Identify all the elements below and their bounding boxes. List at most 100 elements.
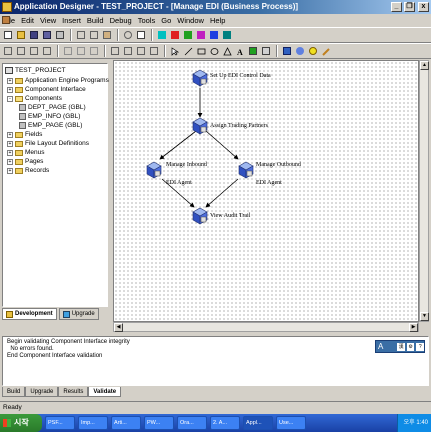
bring-front-icon[interactable] [135,45,147,57]
step-icon[interactable] [192,207,208,225]
expand-toggle[interactable]: + [7,149,13,156]
user-icon[interactable] [294,45,306,57]
ime-mode[interactable]: A [378,341,383,352]
menu-go[interactable]: Go [158,14,174,27]
tab-results[interactable]: Results [58,387,89,397]
canvas-horizontal-scrollbar[interactable]: ◀ ▶ [113,322,419,332]
step-icon[interactable] [238,161,254,179]
document-icon[interactable] [2,16,10,24]
menu-window[interactable]: Window [174,14,207,27]
scroll-down-icon[interactable]: ▼ [420,312,429,321]
tab-validate[interactable]: Validate [88,387,122,397]
magenta-tool-icon[interactable] [195,29,207,41]
line-tool-icon[interactable] [182,45,194,57]
menu-edit[interactable]: Edit [18,14,37,27]
expand-toggle[interactable]: + [7,86,13,93]
space-across-icon[interactable] [62,45,74,57]
image-tool-icon[interactable] [247,45,259,57]
pencil-icon[interactable] [320,45,332,57]
canvas-vertical-scrollbar[interactable]: ▲ ▼ [419,60,429,322]
open-icon[interactable] [15,29,27,41]
tree-item-component-interface[interactable]: + Component Interface [7,85,86,94]
tree-item-fields[interactable]: + Fields [7,130,42,139]
step-icon[interactable] [146,161,162,179]
menu-debug[interactable]: Debug [107,14,135,27]
menu-view[interactable]: View [37,14,59,27]
text-tool-icon[interactable]: A [234,45,246,57]
tab-upgrade[interactable]: Upgrade [58,308,99,320]
restore-button[interactable]: ❐ [404,2,415,12]
taskbar-item[interactable]: Use... [276,416,306,430]
red-tool-icon[interactable] [169,29,181,41]
align-left-icon[interactable] [2,45,14,57]
align-center-icon[interactable] [15,45,27,57]
find-icon[interactable] [122,29,134,41]
tree-item-file-layout-definitions[interactable]: + File Layout Definitions [7,139,89,148]
scroll-right-icon[interactable]: ▶ [409,323,418,332]
copy-icon[interactable] [88,29,100,41]
cyan-tool-icon[interactable] [156,29,168,41]
tab-build[interactable]: Build [2,387,26,397]
scroll-left-icon[interactable]: ◀ [114,323,123,332]
ime-settings-icon[interactable]: ⚙ [406,342,415,351]
tree-item-application-engine-programs[interactable]: + Application Engine Programs [7,76,109,85]
ime-help-icon[interactable]: ? [416,342,424,351]
tab-upgrade-output[interactable]: Upgrade [25,387,59,397]
paste-icon[interactable] [101,29,113,41]
teal-tool-icon[interactable] [221,29,233,41]
menu-tools[interactable]: Tools [135,14,159,27]
network-icon[interactable] [281,45,293,57]
start-button[interactable]: 시작 [0,414,42,432]
align-top-icon[interactable] [41,45,53,57]
ime-hanja-icon[interactable]: 漢 [397,342,405,351]
taskbar-item[interactable]: Imp... [78,416,108,430]
ungroup-icon[interactable] [122,45,134,57]
tree-item-dept-page[interactable]: DEPT_PAGE (GBL) [19,103,86,112]
tree-item-emp-page[interactable]: EMP_PAGE (GBL) [19,121,82,130]
polygon-tool-icon[interactable] [221,45,233,57]
scroll-up-icon[interactable]: ▲ [420,61,429,70]
tree-item-records[interactable]: + Records [7,166,49,175]
taskbar-item[interactable]: PW... [144,416,174,430]
ellipse-tool-icon[interactable] [208,45,220,57]
business-process-canvas[interactable]: Set Up EDI Control Data Assign Trading P… [113,60,419,322]
send-back-icon[interactable] [148,45,160,57]
blue-tool-icon[interactable] [208,29,220,41]
cut-icon[interactable] [75,29,87,41]
space-down-icon[interactable] [75,45,87,57]
step-icon[interactable] [192,117,208,135]
expand-toggle[interactable]: + [7,77,13,84]
save-all-icon[interactable] [41,29,53,41]
expand-toggle[interactable]: + [7,140,13,147]
taskbar-item[interactable]: PSF... [45,416,75,430]
menu-insert[interactable]: Insert [59,14,84,27]
taskbar-item[interactable]: 2. A... [210,416,240,430]
tree-item-menus[interactable]: + Menus [7,148,45,157]
pointer-icon[interactable] [169,45,181,57]
taskbar-item-active[interactable]: Appl... [243,416,273,430]
step-tool-icon[interactable] [260,45,272,57]
print-icon[interactable] [54,29,66,41]
expand-toggle[interactable]: + [7,167,13,174]
minimize-button[interactable]: _ [391,2,402,12]
close-button[interactable]: x [418,2,429,12]
bulb-icon[interactable] [307,45,319,57]
same-size-icon[interactable] [88,45,100,57]
tree-root[interactable]: TEST_PROJECT [5,66,66,75]
step-icon[interactable] [192,69,208,87]
save-icon[interactable] [28,29,40,41]
ime-toolbar[interactable]: A 漢 ⚙ ? [375,340,425,353]
tree-item-pages[interactable]: + Pages [7,157,43,166]
rectangle-tool-icon[interactable] [195,45,207,57]
tree-item-components[interactable]: - Components [7,94,62,103]
menu-build[interactable]: Build [84,14,107,27]
collapse-toggle[interactable]: - [7,95,13,102]
tree-item-emp-info[interactable]: EMP_INFO (GBL) [19,112,80,121]
tab-development[interactable]: Development [2,308,57,320]
new-icon[interactable] [2,29,14,41]
properties-icon[interactable] [135,29,147,41]
expand-toggle[interactable]: + [7,158,13,165]
expand-toggle[interactable]: + [7,131,13,138]
green-tool-icon[interactable] [182,29,194,41]
output-window[interactable]: Begin validating Component Interface int… [2,336,429,386]
